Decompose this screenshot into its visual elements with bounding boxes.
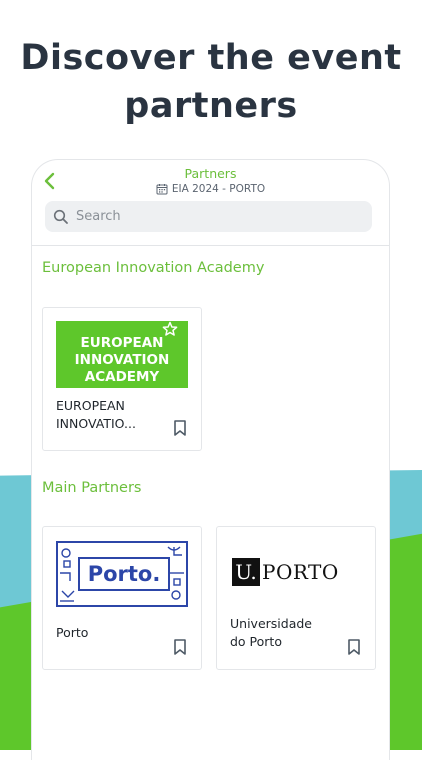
eia-logo-line-2: INNOVATION: [74, 352, 170, 368]
bookmark-button[interactable]: [172, 419, 188, 437]
section-title-eia: European Innovation Academy: [42, 260, 265, 276]
top-bar: Partners EIA 2024 - PORTO: [32, 160, 389, 246]
uporto-logo: U. PORTO: [232, 557, 362, 587]
partner-name: Porto: [56, 625, 89, 640]
headline-line-1: Discover the event: [20, 38, 402, 78]
app-screen: Partners EIA 2024 - PORTO Search Europea…: [32, 160, 389, 760]
partner-card-porto[interactable]: Porto. Porto: [42, 526, 202, 670]
uporto-logo-u: U.: [232, 558, 260, 586]
star-icon: [162, 321, 178, 342]
uporto-logo-text: PORTO: [262, 560, 339, 584]
bookmark-button[interactable]: [172, 638, 188, 656]
partner-name: EUROPEAN INNOVATIO...: [56, 398, 136, 431]
bookmark-icon: [174, 420, 186, 436]
partner-card-eia[interactable]: EUROPEAN INNOVATION ACADEMY EUROPEAN INN…: [42, 307, 202, 451]
section-title-main-partners: Main Partners: [42, 480, 142, 496]
promo-headline: Discover the event partners: [0, 34, 422, 130]
bookmark-icon: [348, 639, 360, 655]
eia-logo: EUROPEAN INNOVATION ACADEMY: [56, 321, 188, 388]
search-input[interactable]: [74, 208, 358, 225]
partner-name: Universidade do Porto: [230, 616, 312, 649]
event-subtitle-text: EIA 2024 - PORTO: [171, 183, 266, 195]
event-subtitle: EIA 2024 - PORTO: [32, 183, 389, 195]
eia-logo-line-3: ACADEMY: [84, 369, 160, 385]
search-bar[interactable]: [45, 201, 372, 232]
partner-card-uporto[interactable]: U. PORTO Universidade do Porto: [216, 526, 376, 670]
page-title: Partners: [184, 166, 237, 181]
calendar-icon: [156, 184, 168, 195]
search-icon: [53, 209, 69, 225]
bookmark-icon: [174, 639, 186, 655]
headline-line-2: partners: [124, 86, 298, 126]
porto-logo-text: Porto.: [78, 557, 170, 591]
porto-logo: Porto.: [56, 541, 188, 607]
bookmark-button[interactable]: [346, 638, 362, 656]
